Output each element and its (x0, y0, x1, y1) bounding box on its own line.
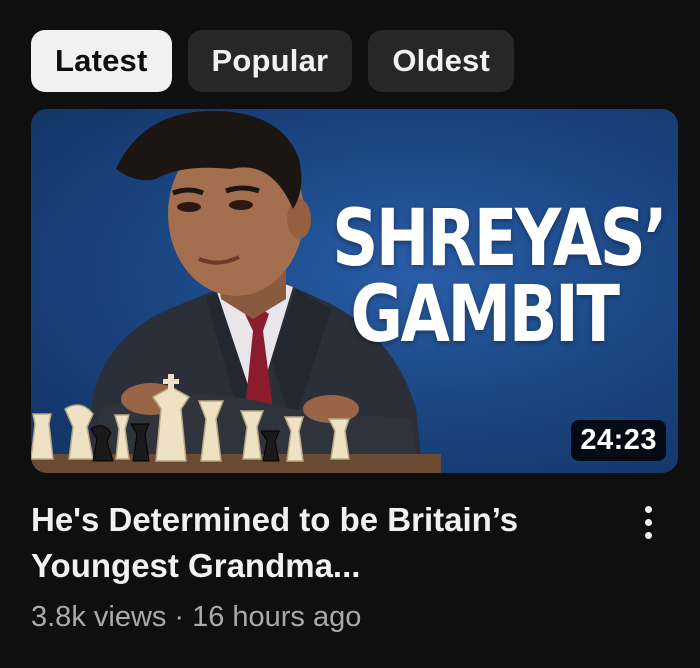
menu-dot (644, 531, 652, 539)
chip-latest[interactable]: Latest (31, 30, 172, 92)
meta-separator: · (174, 601, 185, 633)
chip-popular[interactable]: Popular (187, 30, 353, 92)
menu-dot (644, 505, 652, 513)
thumbnail-title-line1: SHREYAS’ (332, 194, 667, 284)
filter-chips: Latest Popular Oldest (31, 30, 514, 92)
video-metadata: 3.8k views · 16 hours ago (31, 601, 361, 634)
more-vertical-icon[interactable] (630, 498, 666, 546)
thumbnail-title: SHREYAS’ GAMBIT (332, 194, 667, 360)
upload-age: 16 hours ago (192, 601, 362, 633)
video-title[interactable]: He's Determined to be Britain’s Youngest… (31, 497, 611, 589)
duration-badge: 24:23 (571, 420, 666, 461)
menu-dot (644, 518, 652, 526)
thumbnail-title-line2: GAMBIT (350, 270, 620, 360)
view-count: 3.8k views (31, 601, 167, 633)
video-thumbnail[interactable]: SHREYAS’ GAMBIT 24:23 (31, 109, 678, 473)
chip-oldest[interactable]: Oldest (368, 30, 514, 92)
